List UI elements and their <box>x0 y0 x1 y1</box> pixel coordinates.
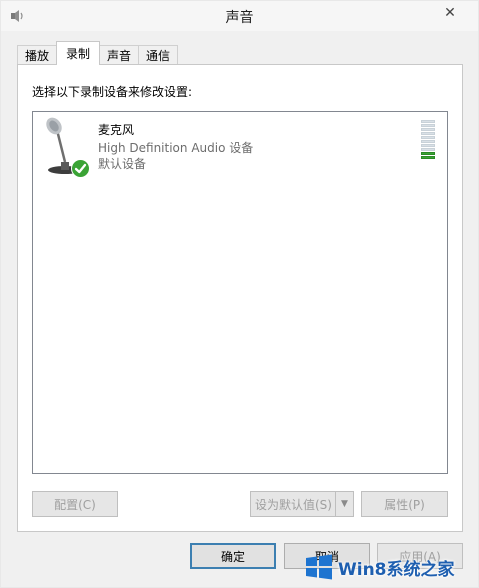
set-default-button[interactable]: 设为默认值(S) ▼ <box>250 491 354 517</box>
window-title: 声音 <box>225 10 254 26</box>
level-meter-segment <box>421 120 435 123</box>
device-name: 麦克风 <box>98 123 135 137</box>
checkmark-icon <box>71 159 90 178</box>
device-status: 默认设备 <box>98 157 147 171</box>
device-item-microphone[interactable]: 麦克风 High Definition Audio 设备 默认设备 <box>37 116 443 182</box>
site-watermark: Win8系统之家 <box>304 549 476 585</box>
set-default-label: 设为默认值(S) <box>255 497 332 512</box>
recording-device-list[interactable]: 麦克风 High Definition Audio 设备 默认设备 <box>32 111 448 474</box>
ok-button[interactable]: 确定 <box>190 543 276 569</box>
level-meter-segment <box>421 124 435 127</box>
level-meter-segment <box>421 136 435 139</box>
recording-panel: 选择以下录制设备来修改设置: 麦克风 High Definition Audio… <box>17 64 463 532</box>
chevron-down-icon[interactable]: ▼ <box>335 492 353 516</box>
input-level-meter <box>421 120 435 162</box>
device-description: High Definition Audio 设备 <box>98 141 254 155</box>
level-meter-segment <box>421 144 435 147</box>
tab-sounds[interactable]: 声音 <box>99 45 140 65</box>
close-icon: ✕ <box>444 5 456 21</box>
instruction-label: 选择以下录制设备来修改设置: <box>32 85 193 99</box>
tab-strip: 播放 录制 声音 通信 <box>17 41 179 65</box>
tab-communications[interactable]: 通信 <box>138 45 179 65</box>
level-meter-segment <box>421 148 435 151</box>
level-meter-segment <box>421 156 435 159</box>
sound-dialog: 声音 ✕ 播放 录制 声音 通信 选择以下录制设备来修改设置: 麦克风 High… <box>0 0 479 588</box>
configure-button[interactable]: 配置(C) <box>32 491 118 517</box>
level-meter-segment <box>421 140 435 143</box>
title-bar: 声音 ✕ <box>1 1 478 31</box>
level-meter-segment <box>421 128 435 131</box>
properties-button[interactable]: 属性(P) <box>361 491 448 517</box>
windows-logo-icon <box>306 554 332 580</box>
watermark-text: Win8系统之家 <box>338 559 455 580</box>
level-meter-segment <box>421 132 435 135</box>
tab-playback[interactable]: 播放 <box>17 45 58 65</box>
level-meter-segment <box>421 152 435 155</box>
tab-recording[interactable]: 录制 <box>56 41 101 65</box>
close-button[interactable]: ✕ <box>436 1 464 25</box>
